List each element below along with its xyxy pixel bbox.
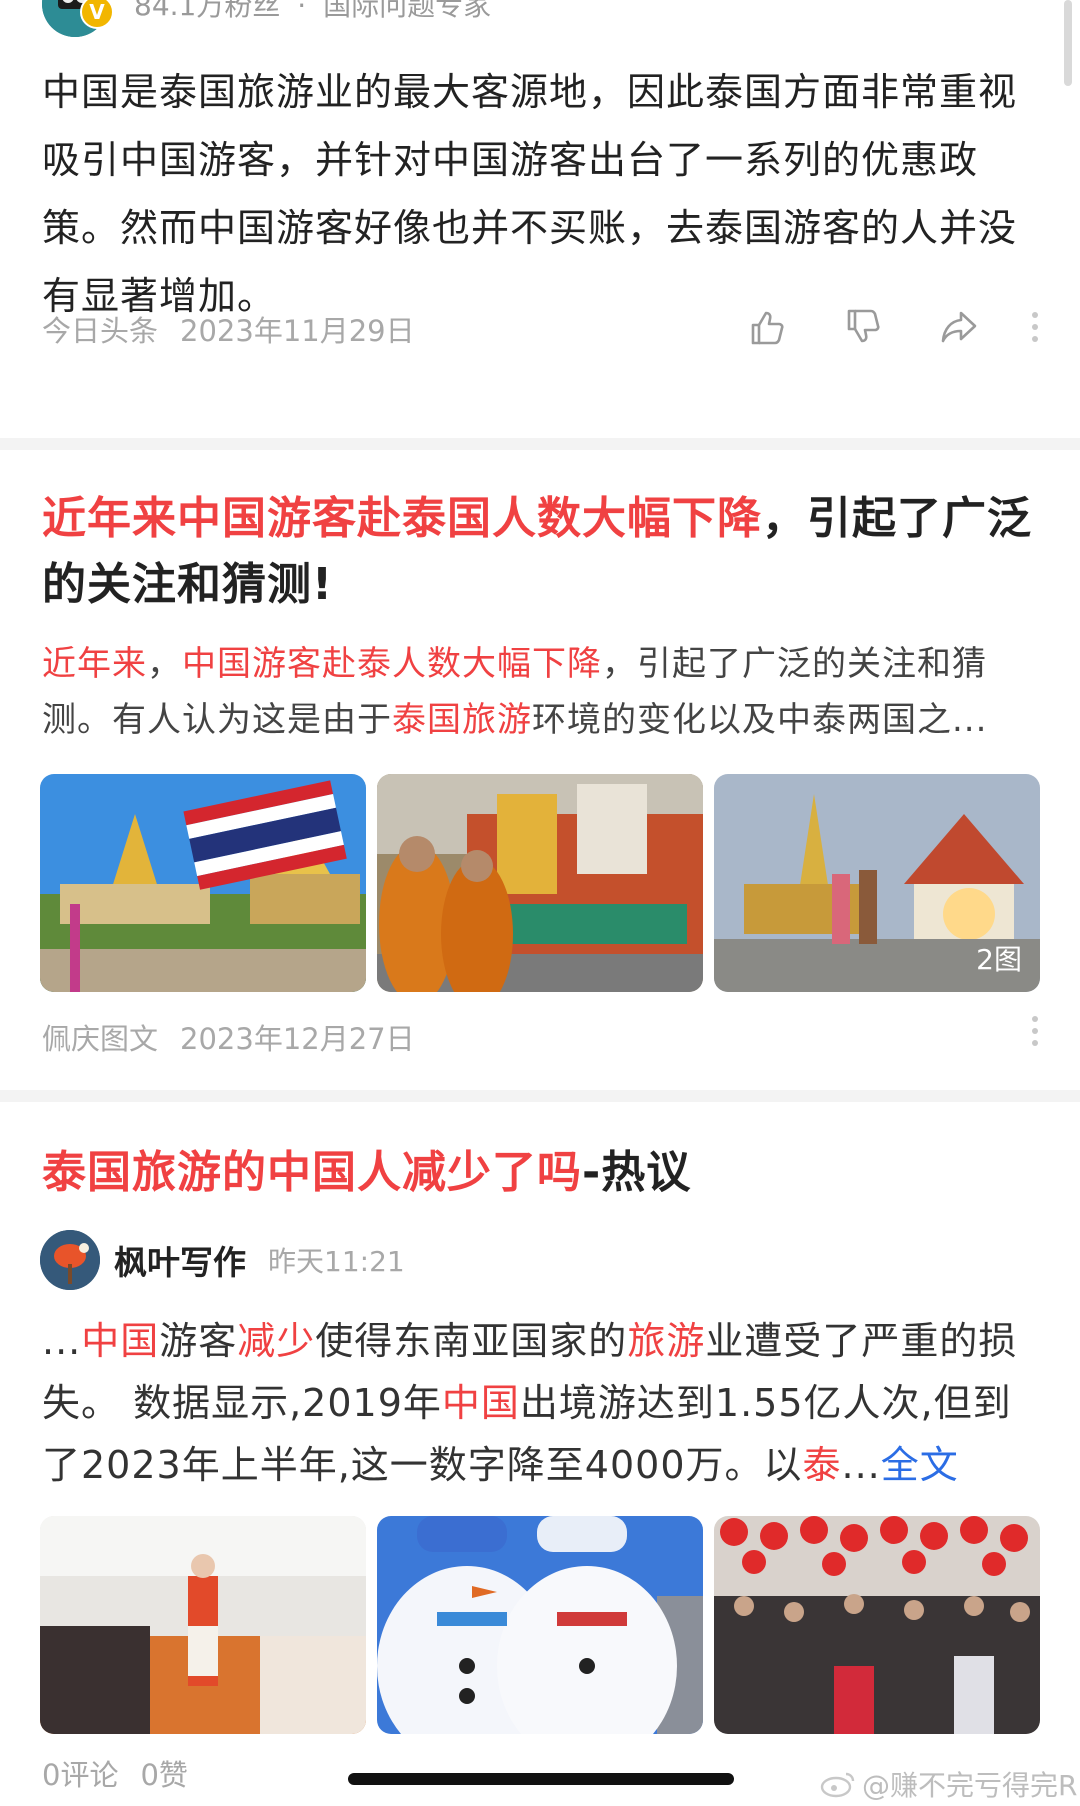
summary-highlight: 泰国旅游 xyxy=(392,700,532,740)
article-footer: 0评论 0赞 xyxy=(42,1752,188,1794)
article-footer: 佩庆图文 2023年12月27日 xyxy=(42,1016,415,1058)
body-text: ... xyxy=(42,1319,82,1363)
meta-separator: · xyxy=(297,0,307,22)
summary-text: ， xyxy=(147,644,182,684)
follower-count: 84.1万粉丝 xyxy=(134,0,281,22)
article-body[interactable]: 中国是泰国旅游业的最大客源地，因此泰国方面非常重视吸引中国游客，并针对中国游客出… xyxy=(42,58,1038,330)
image-row: 2图 xyxy=(40,774,1040,992)
verified-badge-icon: V xyxy=(80,0,114,29)
thumbs-up-icon[interactable] xyxy=(746,306,788,348)
home-indicator[interactable] xyxy=(348,1773,734,1785)
article-title[interactable]: 泰国旅游的中国人减少了吗-热议 xyxy=(42,1140,691,1206)
temple-tourists-image[interactable]: 2图 xyxy=(714,774,1040,992)
weibo-icon xyxy=(820,1772,855,1798)
image-row xyxy=(40,1516,1040,1734)
body-highlight: 旅游 xyxy=(627,1319,706,1363)
share-icon[interactable] xyxy=(938,306,980,348)
article-summary[interactable]: 近年来，中国游客赴泰人数大幅下降，引起了广泛的关注和猜测。有人认为这是由于泰国旅… xyxy=(42,636,1038,748)
date-label: 2023年12月27日 xyxy=(180,1022,415,1056)
author-name[interactable]: 枫叶写作 xyxy=(114,1236,246,1284)
post-time: 昨天11:21 xyxy=(268,1245,405,1278)
divider xyxy=(0,438,1080,450)
author-title: 国际问题专家 xyxy=(323,0,492,22)
author-row[interactable]: 枫叶写作 昨天11:21 xyxy=(40,1228,405,1292)
more-icon[interactable] xyxy=(1030,312,1040,342)
body-text: 游客 xyxy=(159,1319,238,1363)
crowd-lanterns-image[interactable] xyxy=(714,1516,1040,1734)
article-card-1[interactable]: V 84.1万粉丝 · 国际问题专家 中国是泰国旅游业的最大客源地，因此泰国方面… xyxy=(0,0,1080,438)
action-bar xyxy=(980,1016,1040,1046)
title-highlight: 近年来中国游客赴泰国人数大幅下降 xyxy=(42,493,762,544)
article-footer: 今日头条 2023年11月29日 xyxy=(42,308,415,350)
image-count-badge: 2图 xyxy=(976,943,1022,976)
body-text: ... xyxy=(841,1443,881,1487)
summary-highlight: 近年来 xyxy=(42,644,147,684)
monks-parade-image[interactable] xyxy=(377,774,703,992)
author-row: V 84.1万粉丝 · 国际问题专家 xyxy=(42,0,491,37)
title-highlight: 泰国旅游的中国人减少了吗 xyxy=(42,1147,582,1198)
body-highlight: 泰 xyxy=(802,1443,842,1487)
snowmen-image[interactable] xyxy=(377,1516,703,1734)
full-text-link[interactable]: 全文 xyxy=(881,1443,959,1487)
comment-count[interactable]: 0评论 xyxy=(42,1758,118,1792)
source-label: 佩庆图文 xyxy=(42,1022,159,1056)
body-highlight: 中国 xyxy=(81,1319,160,1363)
author-meta: 84.1万粉丝 · 国际问题专家 xyxy=(134,0,491,24)
avatar[interactable] xyxy=(40,1230,100,1290)
more-icon[interactable] xyxy=(1030,1016,1040,1046)
watermark: @赚不完亏得完R xyxy=(820,1764,1077,1804)
body-highlight: 中国 xyxy=(441,1381,520,1425)
avatar[interactable]: V xyxy=(42,0,114,37)
action-bar xyxy=(692,306,1040,348)
summary-highlight: 中国游客赴泰人数大幅下降 xyxy=(182,644,602,684)
article-title[interactable]: 近年来中国游客赴泰国人数大幅下降，引起了广泛的关注和猜测! xyxy=(42,486,1042,618)
body-text: 使得东南亚国家的 xyxy=(315,1319,628,1363)
article-body[interactable]: ...中国游客减少使得东南亚国家的旅游业遭受了严重的损失。 数据显示,2019年… xyxy=(42,1310,1042,1496)
body-highlight: 减少 xyxy=(237,1319,316,1363)
thumbs-down-icon[interactable] xyxy=(842,306,884,348)
like-count[interactable]: 0赞 xyxy=(140,1758,187,1792)
date-label: 2023年11月29日 xyxy=(180,314,415,348)
grand-palace-image[interactable] xyxy=(40,774,366,992)
watermark-text: @赚不完亏得完R xyxy=(862,1769,1078,1802)
divider xyxy=(0,1090,1080,1102)
source-label: 今日头条 xyxy=(42,314,159,348)
title-rest: -热议 xyxy=(582,1147,692,1198)
summary-text: 环境的变化以及中泰两国之... xyxy=(532,700,988,740)
airplane-cabin-image[interactable] xyxy=(40,1516,366,1734)
